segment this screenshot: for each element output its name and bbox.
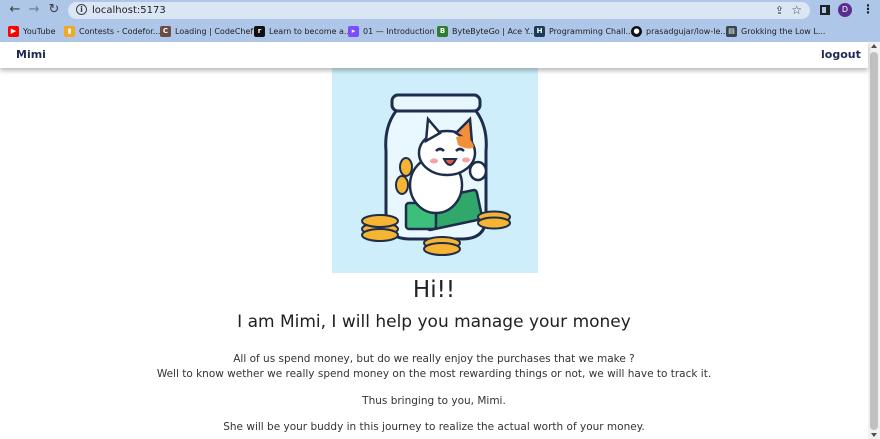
bookmark-grokking[interactable]: ▤ Grokking the Low L... [726,25,825,38]
bookmark-github[interactable]: ● prasadgujar/low-le... [631,25,728,38]
back-arrow-icon[interactable]: ← [8,3,22,17]
codeforces-icon: ▮ [64,26,75,37]
bookmark-label: Grokking the Low L... [741,27,826,36]
hero-subtitle: I am Mimi, I will help you manage your m… [237,312,631,332]
play-icon: ▸ [348,26,359,37]
scroll-up-arrow-icon[interactable] [871,44,877,48]
bookmark-codeforces[interactable]: ▮ Contests - Codefor... [64,25,160,38]
youtube-icon: ▶ [8,26,19,37]
bookmark-label: Learn to become a... [269,27,352,36]
bookmark-label: Loading | CodeChef [175,27,254,36]
bookmark-bytebytego[interactable]: B ByteByteGo | Ace Y... [437,25,536,38]
address-bar[interactable]: i localhost:5173 ⇪ ☆ [68,2,810,19]
bookmark-label: Contests - Codefor... [79,27,161,36]
grokking-icon: ▤ [726,26,737,37]
star-icon[interactable]: ☆ [791,3,802,17]
brand-logo[interactable]: Mimi [16,48,46,61]
learn-icon: r [254,26,265,37]
address-url[interactable]: localhost:5173 [92,4,166,17]
browser-toolbar: ← → ↻ i localhost:5173 ⇪ ☆ D ⋮ [0,0,880,21]
bookmark-label: prasadgujar/low-le... [646,27,728,36]
codechef-icon: C [160,26,171,37]
intro-paragraph-1: All of us spend money, but do we really … [233,353,635,365]
hackerrank-icon: H [534,26,545,37]
app-navbar: Mimi logout [0,42,868,68]
side-panel-icon[interactable] [820,5,830,15]
bookmark-learn[interactable]: r Learn to become a... [254,25,352,38]
cat-money-jar-image [361,93,511,256]
forward-arrow-icon[interactable]: → [27,3,41,17]
logout-button[interactable]: logout [821,48,861,61]
bytebytego-icon: B [437,26,448,37]
hero-illustration [332,67,538,273]
bookmark-codechef[interactable]: C Loading | CodeChef [160,25,253,38]
hero-title: Hi!! [412,277,456,303]
bookmark-label: 01 — Introduction [363,27,435,36]
scrollbar-thumb[interactable] [870,52,878,430]
menu-kebab-icon[interactable]: ⋮ [862,2,874,17]
intro-paragraph-4: She will be your buddy in this journey t… [223,421,645,433]
bookmark-introduction[interactable]: ▸ 01 — Introduction [348,25,435,38]
bookmark-label: Programming Chall... [549,27,634,36]
scroll-down-arrow-icon[interactable] [871,433,877,437]
intro-paragraph-2: Well to know wether we really spend mone… [156,368,712,380]
bookmark-programming[interactable]: H Programming Chall... [534,25,633,38]
bookmark-label: ByteByteGo | Ace Y... [452,27,536,36]
page-scrollbar[interactable] [868,42,880,439]
bookmarks-bar: ▶ YouTube ▮ Contests - Codefor... C Load… [0,21,880,42]
share-icon[interactable]: ⇪ [775,4,784,17]
profile-avatar[interactable]: D [838,3,852,17]
info-icon[interactable]: i [76,4,87,15]
reload-icon[interactable]: ↻ [47,3,61,17]
intro-paragraph-3: Thus bringing to you, Mimi. [362,395,506,407]
browser-chrome: ← → ↻ i localhost:5173 ⇪ ☆ D ⋮ ▶ YouTube… [0,0,880,42]
github-icon: ● [631,26,642,37]
bookmark-label: YouTube [23,27,56,36]
bookmark-youtube[interactable]: ▶ YouTube [8,25,56,38]
